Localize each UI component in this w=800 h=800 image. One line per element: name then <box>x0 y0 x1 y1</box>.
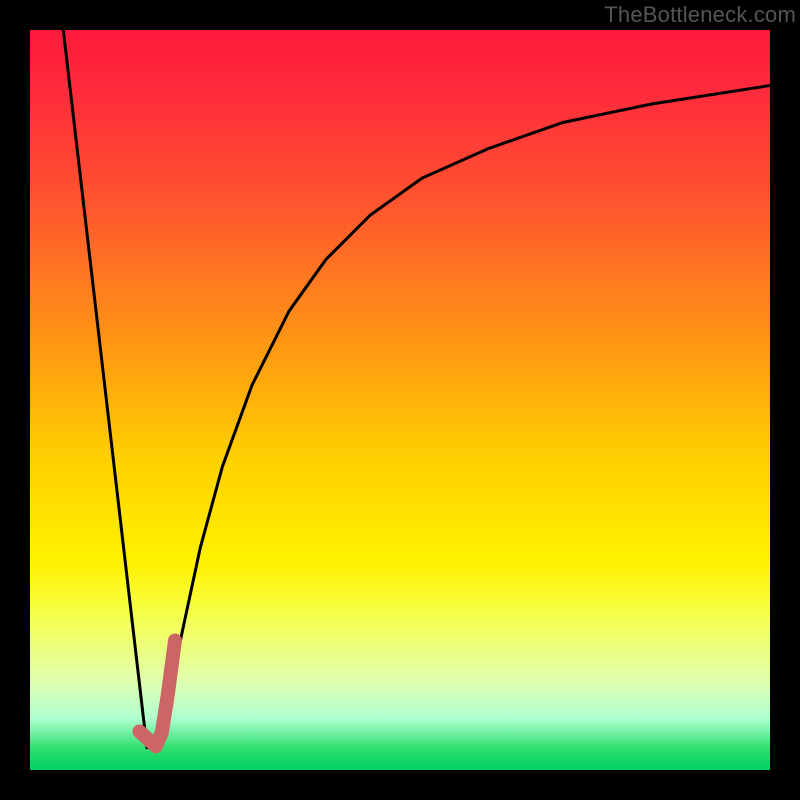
plot-area <box>30 30 770 770</box>
watermark-text: TheBottleneck.com <box>604 2 796 28</box>
chart-container: TheBottleneck.com <box>0 0 800 800</box>
